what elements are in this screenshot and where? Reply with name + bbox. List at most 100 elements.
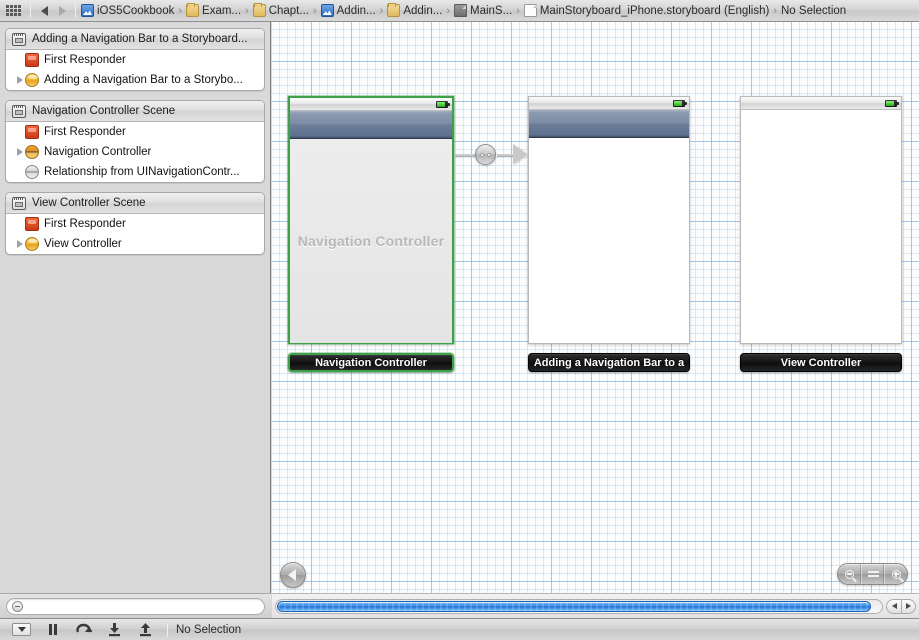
outline-scene-header-label: Adding a Navigation Bar to a Storyboard.… bbox=[32, 33, 248, 45]
scene-title-label: View Controller bbox=[780, 356, 862, 369]
navigation-bar[interactable] bbox=[290, 111, 452, 139]
scene-title-plaque[interactable]: Navigation Controller bbox=[288, 353, 454, 372]
relationship-connector[interactable] bbox=[455, 143, 530, 167]
outline-row-view-controller[interactable]: View Controller bbox=[6, 234, 264, 254]
debug-status-label: No Selection bbox=[176, 623, 242, 636]
navigation-bar[interactable] bbox=[529, 110, 689, 138]
outline-scene-group: View Controller Scene First Responder Vi… bbox=[5, 192, 265, 255]
breadcrumb-label: Exam... bbox=[202, 4, 242, 17]
relationship-badge-icon[interactable] bbox=[475, 144, 496, 165]
outline-row-label: Relationship from UINavigationContr... bbox=[44, 166, 240, 178]
breadcrumb-item-selection[interactable]: No Selection bbox=[780, 5, 847, 17]
first-responder-icon bbox=[25, 217, 39, 231]
scrollbar-track[interactable] bbox=[275, 598, 883, 614]
outline-row-relationship[interactable]: Relationship from UINavigationContr... bbox=[6, 162, 264, 182]
breadcrumb-item-examples[interactable]: Exam... bbox=[185, 3, 242, 17]
scene-device-frame[interactable]: Navigation Controller bbox=[288, 96, 454, 344]
outline-row-view-controller[interactable]: Adding a Navigation Bar to a Storybo... bbox=[6, 70, 264, 90]
status-bar bbox=[290, 98, 452, 111]
filter-input[interactable] bbox=[27, 598, 259, 614]
breadcrumb-label: Addin... bbox=[336, 4, 376, 17]
canvas-zoom-controls bbox=[837, 563, 908, 585]
breadcrumb-chevron: › bbox=[446, 4, 450, 17]
battery-icon bbox=[673, 100, 687, 107]
scene-placeholder-label: Navigation Controller bbox=[297, 233, 445, 249]
canvas-scene-view-controller[interactable]: View Controller bbox=[740, 96, 902, 372]
back-arrow-icon[interactable] bbox=[35, 2, 53, 20]
canvas-scene-adding-navigation-bar[interactable]: Adding a Navigation Bar to a bbox=[528, 96, 690, 372]
disclosure-triangle-icon[interactable] bbox=[14, 148, 25, 156]
document-outline-list: Adding a Navigation Bar to a Storyboard.… bbox=[0, 22, 270, 255]
canvas-scene-navigation-controller[interactable]: Navigation Controller Navigation Control… bbox=[288, 96, 454, 372]
outline-row-first-responder[interactable]: First Responder bbox=[6, 214, 264, 234]
disclosure-triangle-icon[interactable] bbox=[14, 76, 25, 84]
breadcrumb-item-project[interactable]: iOS5Cookbook bbox=[80, 4, 175, 17]
debug-bar: No Selection bbox=[0, 618, 919, 640]
forward-arrow-icon[interactable] bbox=[53, 2, 71, 20]
scene-title-plaque[interactable]: View Controller bbox=[740, 353, 902, 372]
battery-icon bbox=[885, 100, 899, 107]
breadcrumb-item-addingproject[interactable]: Addin... bbox=[320, 4, 377, 17]
breadcrumb-chevron: › bbox=[312, 4, 317, 17]
first-responder-icon bbox=[25, 125, 39, 139]
view-controller-icon bbox=[25, 73, 39, 87]
xcode-project-icon bbox=[81, 4, 94, 17]
scene-title-plaque[interactable]: Adding a Navigation Bar to a bbox=[528, 353, 690, 372]
outline-scene-header[interactable]: Navigation Controller Scene bbox=[6, 101, 264, 122]
scrollbar-arrows bbox=[886, 598, 916, 614]
breakpoints-button[interactable] bbox=[6, 619, 37, 640]
zoom-out-button[interactable] bbox=[838, 564, 861, 584]
grid-icon[interactable] bbox=[6, 5, 21, 16]
breadcrumb-item-storyboard-english[interactable]: MainStoryboard_iPhone.storyboard (Englis… bbox=[523, 4, 770, 17]
breadcrumb-chevron: › bbox=[245, 4, 249, 17]
scene-title-label: Navigation Controller bbox=[315, 356, 427, 369]
canvas-collapse-button[interactable] bbox=[280, 562, 306, 588]
filter-field-container[interactable] bbox=[6, 597, 265, 615]
scroll-right-button[interactable] bbox=[901, 598, 916, 614]
outline-row-label: Navigation Controller bbox=[44, 146, 152, 158]
folder-icon bbox=[186, 3, 200, 17]
actual-size-button[interactable] bbox=[861, 564, 884, 584]
breakpoint-dropdown-icon bbox=[12, 623, 31, 636]
storyboard-canvas[interactable]: Navigation Controller Navigation Control… bbox=[272, 22, 919, 596]
outline-row-first-responder[interactable]: First Responder bbox=[6, 122, 264, 142]
filter-icon[interactable] bbox=[12, 600, 23, 612]
outline-row-navigation-controller[interactable]: Navigation Controller bbox=[6, 142, 264, 162]
scroll-left-button[interactable] bbox=[886, 598, 901, 614]
outline-row-label: First Responder bbox=[44, 218, 126, 230]
scene-device-frame[interactable] bbox=[528, 96, 690, 344]
battery-icon bbox=[436, 101, 450, 108]
breadcrumb-item-chapter[interactable]: Chapt... bbox=[252, 3, 310, 17]
outline-scene-header[interactable]: Adding a Navigation Bar to a Storyboard.… bbox=[6, 29, 264, 50]
view-controller-icon bbox=[25, 237, 39, 251]
outline-scene-header[interactable]: View Controller Scene bbox=[6, 193, 264, 214]
breadcrumb-label: MainStoryboard_iPhone.storyboard (Englis… bbox=[539, 4, 770, 17]
canvas-horizontal-scrollbar[interactable] bbox=[272, 593, 919, 618]
scene-content-area[interactable] bbox=[529, 138, 689, 343]
step-over-button[interactable] bbox=[68, 619, 99, 640]
zoom-in-button[interactable] bbox=[884, 564, 907, 584]
first-responder-icon bbox=[25, 53, 39, 67]
scene-content-area[interactable]: Navigation Controller bbox=[290, 139, 452, 343]
outline-row-first-responder[interactable]: First Responder bbox=[6, 50, 264, 70]
breadcrumb-item-addingfolder[interactable]: Addin... bbox=[386, 3, 443, 17]
breadcrumb-chevron: › bbox=[773, 4, 777, 17]
step-into-button[interactable] bbox=[99, 619, 130, 640]
step-out-button[interactable] bbox=[130, 619, 161, 640]
outline-scene-group: Adding a Navigation Bar to a Storyboard.… bbox=[5, 28, 265, 91]
outline-filter-bar bbox=[0, 593, 271, 618]
breadcrumb-label: Addin... bbox=[403, 4, 443, 17]
breadcrumb-item-storyboard[interactable]: MainS... bbox=[453, 4, 513, 17]
outline-row-label: First Responder bbox=[44, 126, 126, 138]
xcode-storyboard-window: iOS5Cookbook › Exam... › Chapt... › Addi… bbox=[0, 0, 919, 640]
breadcrumb-chevron: › bbox=[379, 4, 384, 17]
scene-device-frame[interactable] bbox=[740, 96, 902, 344]
folder-icon bbox=[252, 3, 266, 17]
scrollbar-thumb[interactable] bbox=[277, 600, 871, 612]
disclosure-triangle-icon[interactable] bbox=[14, 240, 25, 248]
scene-content-area[interactable] bbox=[741, 110, 901, 343]
step-into-icon bbox=[109, 623, 120, 637]
scroll-right-icon bbox=[906, 603, 911, 609]
pause-button[interactable] bbox=[37, 619, 68, 640]
jumpbar-divider-2 bbox=[75, 3, 76, 18]
